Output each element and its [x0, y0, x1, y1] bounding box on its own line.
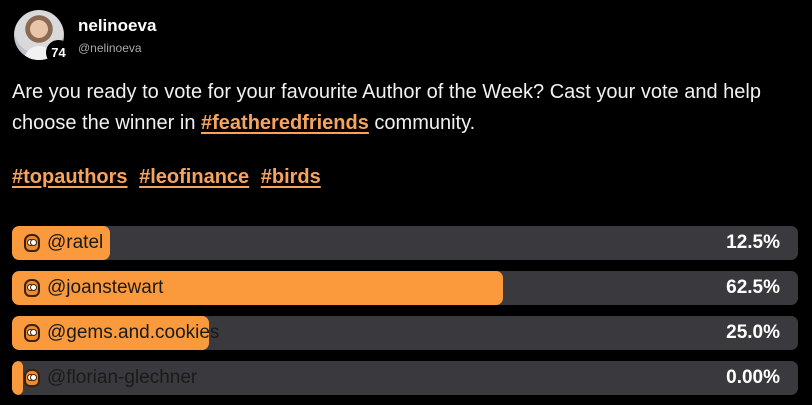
- post-header: 74 nelinoeva @nelinoeva: [12, 8, 802, 66]
- community-tag-link[interactable]: #featheredfriends: [201, 112, 369, 134]
- avatar[interactable]: 74: [12, 8, 71, 65]
- poll-option-percent: 25.0%: [726, 322, 780, 343]
- hashtag-link[interactable]: #leofinance: [139, 166, 249, 188]
- owl-icon: [24, 234, 40, 252]
- poll-option[interactable]: @ratel 12.5%: [12, 226, 798, 260]
- hashtag-list: #topauthors #leofinance #birds: [12, 162, 327, 193]
- post-body: Are you ready to vote for your favourite…: [12, 77, 802, 139]
- poll: @ratel 12.5% @joanstewart 62.5% @gems.an…: [12, 226, 798, 405]
- poll-option[interactable]: @joanstewart 62.5%: [12, 271, 798, 305]
- post-text-after: community.: [368, 112, 476, 134]
- poll-option-percent: 12.5%: [726, 232, 780, 253]
- poll-option-percent: 0.00%: [726, 367, 780, 388]
- poll-option[interactable]: @florian-glechner 0.00%: [12, 361, 798, 395]
- poll-option-label: @gems.and.cookies: [47, 322, 220, 343]
- owl-icon: [24, 279, 40, 297]
- poll-option-label: @ratel: [47, 232, 104, 253]
- owl-icon: [24, 324, 40, 342]
- display-name[interactable]: nelinoeva: [78, 16, 156, 36]
- poll-option-percent: 62.5%: [726, 277, 780, 298]
- poll-result-bar: [12, 361, 23, 395]
- hashtag-link[interactable]: #birds: [261, 166, 321, 188]
- poll-option-label: @florian-glechner: [47, 367, 198, 388]
- level-badge: 74: [46, 40, 71, 65]
- poll-option[interactable]: @gems.and.cookies 25.0%: [12, 316, 798, 350]
- poll-option-label: @joanstewart: [47, 277, 164, 298]
- hashtag-link[interactable]: #topauthors: [12, 166, 128, 188]
- user-handle[interactable]: @nelinoeva: [78, 41, 142, 55]
- owl-icon: [24, 369, 40, 387]
